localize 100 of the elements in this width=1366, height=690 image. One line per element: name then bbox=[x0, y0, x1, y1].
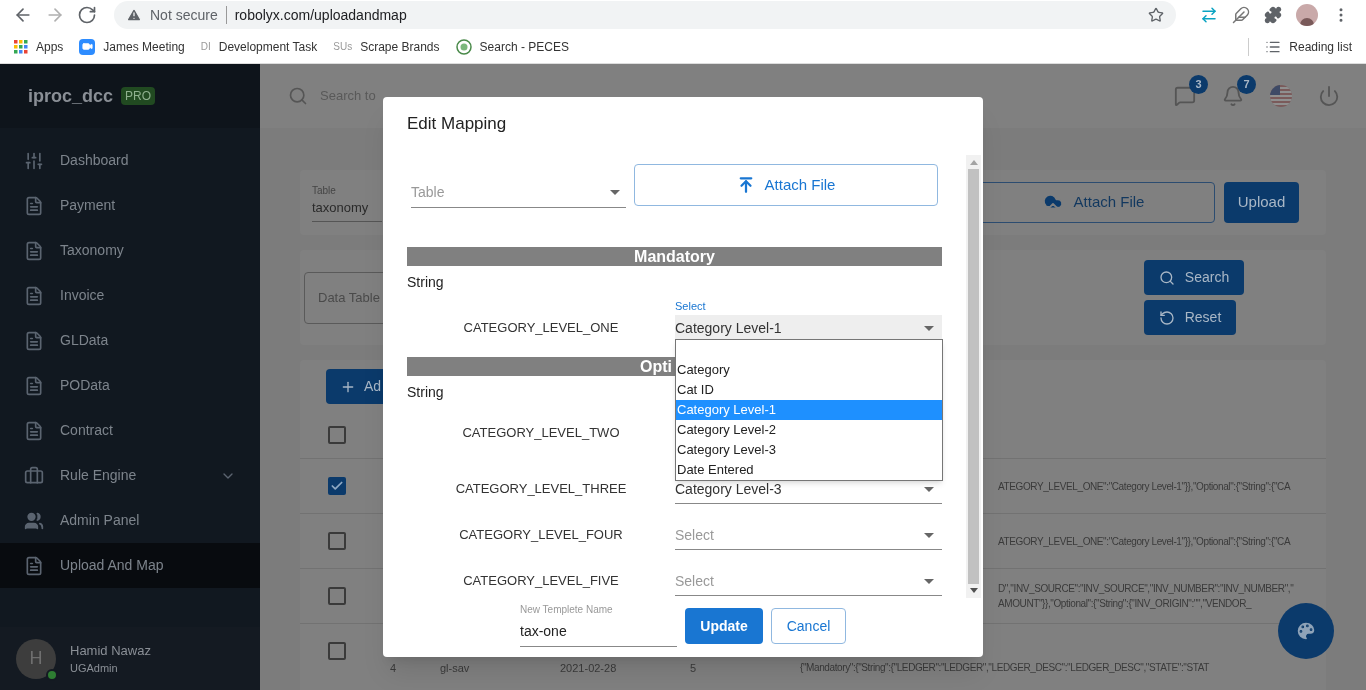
table-select[interactable]: Table bbox=[411, 178, 626, 208]
extensions-icon[interactable] bbox=[1264, 6, 1282, 24]
document-icon bbox=[24, 240, 44, 261]
table-cell-text: 4 bbox=[390, 660, 398, 676]
bookmark[interactable]: SUs Scrape Brands bbox=[333, 34, 440, 59]
address-bar[interactable]: Not secure robolyx.com/uploadandmap bbox=[114, 1, 1176, 29]
table-cell-text: AMOUNT"}},"Optional":{"String":{"INV_ORIGIN":"","VENDOR_ bbox=[998, 597, 1253, 611]
search-button[interactable]: Search bbox=[1144, 260, 1244, 295]
row-checkbox[interactable] bbox=[328, 532, 346, 550]
row-checkbox[interactable] bbox=[328, 477, 346, 495]
palette-icon bbox=[1295, 620, 1317, 642]
reload-icon[interactable] bbox=[76, 4, 98, 26]
column-name: CATEGORY_LEVEL_FIVE bbox=[462, 571, 620, 590]
sidebar-item[interactable]: Contract bbox=[0, 408, 260, 453]
template-name-field[interactable]: New Templete Name tax-one bbox=[520, 602, 677, 647]
sidebar-item[interactable]: Invoice bbox=[0, 273, 260, 318]
video-camera-icon bbox=[79, 38, 96, 55]
caret-icon bbox=[924, 487, 934, 492]
dropdown-option[interactable]: Category Level-1 bbox=[676, 400, 942, 420]
select-label: Select bbox=[675, 299, 707, 313]
caret-icon bbox=[610, 190, 620, 195]
search-icon bbox=[1158, 269, 1175, 286]
caret-icon bbox=[924, 533, 934, 538]
column-name: CATEGORY_LEVEL_ONE bbox=[462, 318, 620, 337]
sidebar-item[interactable]: POData bbox=[0, 363, 260, 408]
table-cell-text: ATEGORY_LEVEL_ONE":"Category Level-1"}},"Optional":{"String":{"CA bbox=[998, 534, 1291, 549]
reset-button[interactable]: Reset bbox=[1144, 300, 1236, 335]
row-checkbox[interactable] bbox=[328, 642, 346, 660]
chat-icon[interactable] bbox=[1174, 85, 1196, 107]
column-name: CATEGORY_LEVEL_FOUR bbox=[458, 525, 624, 544]
cancel-button[interactable]: Cancel bbox=[771, 608, 846, 644]
search-icon bbox=[288, 86, 308, 106]
bookmark[interactable]: James Meeting bbox=[79, 34, 185, 59]
feather-icon[interactable] bbox=[1232, 6, 1250, 24]
caret-icon bbox=[924, 579, 934, 584]
briefcase-icon bbox=[24, 465, 44, 486]
table-cell-text: gl-sav bbox=[440, 660, 471, 676]
sidebar-item[interactable]: GLData bbox=[0, 318, 260, 363]
user-role: UGAdmin bbox=[70, 661, 119, 676]
emblem-icon bbox=[455, 38, 472, 55]
check-icon bbox=[330, 479, 344, 493]
table-cell-text: ATEGORY_LEVEL_ONE":"Category Level-1"}},"Optional":{"String":{"CA bbox=[998, 479, 1291, 494]
table-cell-text: 2021-02-28 bbox=[560, 660, 618, 676]
dialog-title: Edit Mapping bbox=[406, 113, 508, 135]
favicon-letters: SUs bbox=[333, 40, 353, 54]
sidebar-item[interactable]: Admin Panel bbox=[0, 498, 260, 543]
pro-badge: PRO bbox=[121, 87, 156, 105]
document-icon bbox=[24, 420, 44, 441]
sidebar-item[interactable]: Rule Engine bbox=[0, 453, 260, 498]
sidebar-item[interactable]: Taxonomy bbox=[0, 228, 260, 273]
column-name: CATEGORY_LEVEL_THREE bbox=[454, 479, 628, 498]
count-badge: 7 bbox=[1237, 75, 1256, 94]
document-icon bbox=[24, 285, 44, 306]
count-badge: 3 bbox=[1189, 75, 1208, 94]
dropdown-option[interactable]: Category Level-2 bbox=[676, 420, 942, 440]
security-label: Not secure bbox=[150, 5, 218, 25]
reading-list-button[interactable]: Reading list bbox=[1265, 37, 1352, 56]
document-icon bbox=[24, 555, 44, 576]
reset-icon bbox=[1158, 309, 1175, 326]
favicon-letters: DI bbox=[200, 40, 211, 54]
update-button[interactable]: Update bbox=[685, 608, 763, 644]
power-icon[interactable] bbox=[1318, 85, 1340, 107]
bell-icon[interactable] bbox=[1222, 85, 1244, 107]
document-icon bbox=[24, 195, 44, 216]
bookmark[interactable]: DI Development Task bbox=[200, 34, 318, 59]
people-icon bbox=[24, 510, 44, 531]
sidebar-item[interactable]: Payment bbox=[0, 183, 260, 228]
section-header: Mandatory bbox=[407, 247, 942, 266]
url-text: robolyx.com/uploadandmap bbox=[234, 5, 407, 25]
flag-icon[interactable] bbox=[1270, 85, 1292, 107]
bookmark[interactable]: Search - PECES bbox=[455, 34, 569, 59]
brand-name: iproc_dcc bbox=[28, 84, 114, 108]
column-name: CATEGORY_LEVEL_TWO bbox=[461, 423, 621, 442]
dropdown-option[interactable]: Cat ID bbox=[676, 380, 942, 400]
scrollbar[interactable] bbox=[966, 155, 981, 598]
sidebar-item[interactable]: Dashboard bbox=[0, 138, 260, 183]
document-icon bbox=[24, 375, 44, 396]
mapping-select[interactable]: Select bbox=[675, 522, 942, 550]
table-cell-text: {"Mandatory":{"String":{"LEDGER":"LEDGER","LEDGER_DESC":"LEDGER_DESC","STATE":"STAT bbox=[800, 661, 1209, 676]
table-cell-text: D","INV_SOURCE":"INV_SOURCE","INV_NUMBER":"INV_NUMBER"," bbox=[998, 582, 1294, 596]
table-cell-text: 5 bbox=[690, 660, 698, 676]
document-icon bbox=[24, 330, 44, 351]
star-icon[interactable] bbox=[1148, 7, 1164, 23]
row-checkbox[interactable] bbox=[328, 426, 346, 444]
warning-icon bbox=[126, 7, 142, 23]
dropdown-option[interactable]: Category Level-3 bbox=[676, 440, 942, 460]
row-checkbox[interactable] bbox=[328, 587, 346, 605]
attach-file-button[interactable]: Attach File bbox=[634, 164, 938, 206]
sidebar-item[interactable]: Upload And Map bbox=[0, 543, 260, 588]
apps-grid-icon bbox=[14, 39, 28, 54]
bookmark[interactable]: Apps bbox=[14, 34, 64, 59]
user-name: Hamid Nawaz bbox=[70, 641, 151, 660]
field-value: taxonomy bbox=[312, 198, 370, 217]
profile-avatar[interactable] bbox=[1296, 4, 1318, 26]
type-label: String bbox=[407, 273, 444, 292]
sliders-icon bbox=[24, 150, 44, 171]
upload-button[interactable]: Upload bbox=[1224, 182, 1299, 223]
caret-icon bbox=[924, 325, 934, 331]
extension-icon[interactable] bbox=[1200, 6, 1218, 24]
mapping-select[interactable]: Select bbox=[675, 568, 942, 596]
